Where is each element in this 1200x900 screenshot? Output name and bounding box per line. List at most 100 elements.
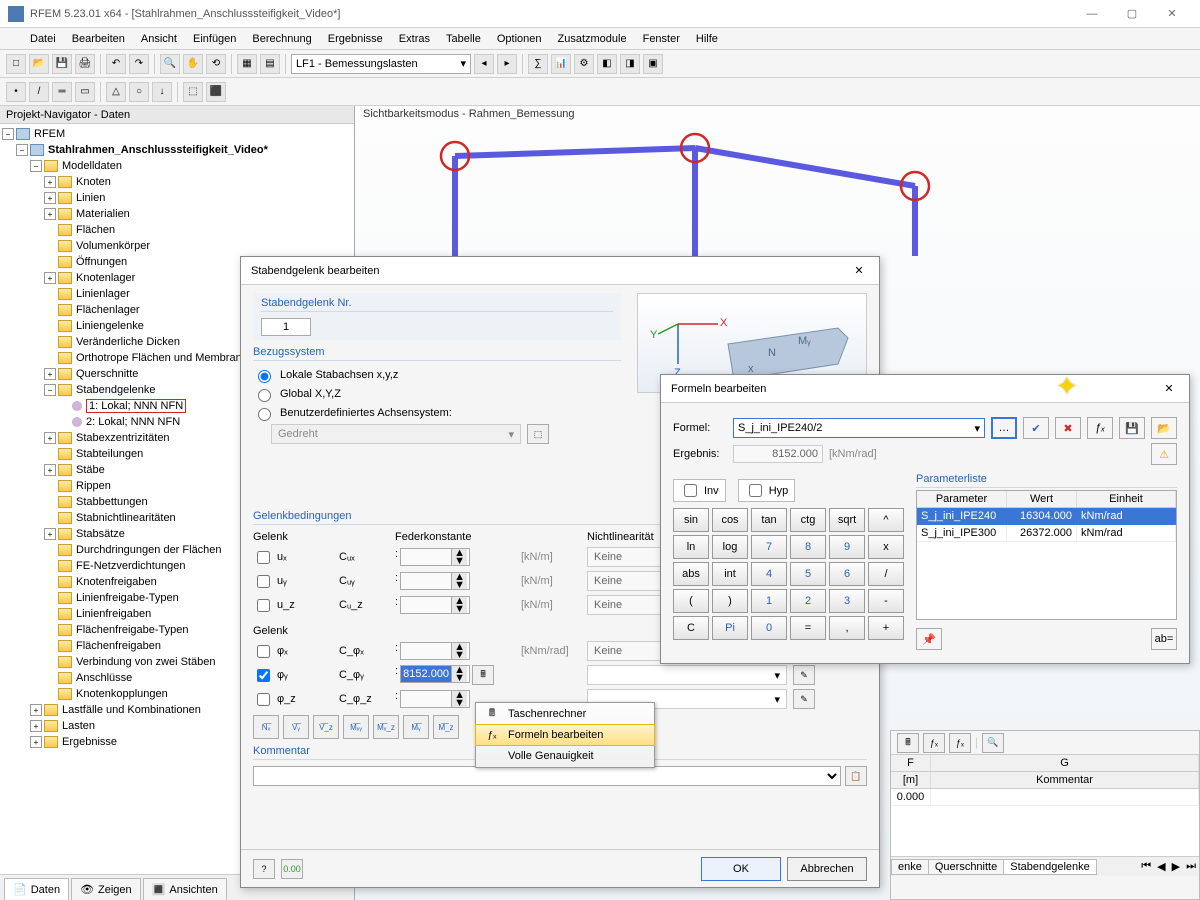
tb-save-icon[interactable]: 💾 bbox=[52, 54, 72, 74]
key-log[interactable]: log bbox=[712, 535, 748, 559]
cancel-button[interactable]: Abbrechen bbox=[787, 857, 867, 881]
param-edit-button[interactable]: ab= bbox=[1151, 628, 1177, 650]
tb-misc3-icon[interactable]: ◨ bbox=[620, 54, 640, 74]
key-sqrt[interactable]: sqrt bbox=[829, 508, 865, 532]
sheet-row-1[interactable]: 0.000 bbox=[891, 789, 1199, 806]
key-eq[interactable]: = bbox=[790, 616, 826, 640]
formula-apply-button[interactable]: ✔ bbox=[1023, 417, 1049, 439]
qbtn-mxz[interactable]: M͞ₓ_z bbox=[373, 715, 399, 739]
key-mul[interactable]: x bbox=[868, 535, 904, 559]
key-ctg[interactable]: ctg bbox=[790, 508, 826, 532]
qbtn-mxy[interactable]: M͞ₓᵧ bbox=[343, 715, 369, 739]
formula-fx-button[interactable]: ƒₓ bbox=[1087, 417, 1113, 439]
chk-uy[interactable]: uᵧ bbox=[253, 572, 333, 591]
key-8[interactable]: 8 bbox=[790, 535, 826, 559]
menu-extras[interactable]: Extras bbox=[393, 31, 436, 47]
nl-phiz-edit[interactable]: ✎ bbox=[793, 689, 815, 709]
qbtn-my[interactable]: M͞ᵧ bbox=[403, 715, 429, 739]
tb-new-icon[interactable]: □ bbox=[6, 54, 26, 74]
key-plus[interactable]: + bbox=[868, 616, 904, 640]
tb-misc4-icon[interactable]: ▣ bbox=[643, 54, 663, 74]
key-5[interactable]: 5 bbox=[790, 562, 826, 586]
tb-view-icon[interactable]: ▤ bbox=[260, 54, 280, 74]
chk-hyp[interactable]: Hyp bbox=[738, 479, 796, 502]
menu-berechnung[interactable]: Berechnung bbox=[246, 31, 317, 47]
menu-datei[interactable]: Datei bbox=[24, 31, 62, 47]
formula-browse-button[interactable]: … bbox=[991, 417, 1017, 439]
sheet-tab-1[interactable]: Querschnitte bbox=[928, 859, 1004, 875]
sheet-fx2-icon[interactable]: ƒₓ bbox=[949, 733, 971, 753]
key-0[interactable]: 0 bbox=[751, 616, 787, 640]
key-2[interactable]: 2 bbox=[790, 589, 826, 613]
comment-pick-button[interactable]: 📋 bbox=[845, 766, 867, 786]
param-row-0[interactable]: S_j_ini_IPE240 16304.000 kNm/rad bbox=[917, 508, 1176, 525]
key-cos[interactable]: cos bbox=[712, 508, 748, 532]
nav-tab-daten[interactable]: 📄Daten bbox=[4, 878, 69, 900]
menu-einfuegen[interactable]: Einfügen bbox=[187, 31, 242, 47]
radio-global-axes[interactable] bbox=[258, 389, 271, 402]
key-div[interactable]: / bbox=[868, 562, 904, 586]
key-tan[interactable]: tan bbox=[751, 508, 787, 532]
tb-misc1-icon[interactable]: ⚙ bbox=[574, 54, 594, 74]
param-table[interactable]: Parameter Wert Einheit S_j_ini_IPE240 16… bbox=[916, 490, 1177, 620]
dialog-close-icon[interactable]: ✕ bbox=[849, 264, 869, 277]
tb-rotate-icon[interactable]: ⟲ bbox=[206, 54, 226, 74]
tb-next-icon[interactable]: ▸ bbox=[497, 54, 517, 74]
formula-input[interactable]: S_j_ini_IPE240/2▾ bbox=[733, 418, 985, 438]
menu-ergebnisse[interactable]: Ergebnisse bbox=[322, 31, 389, 47]
key-lparen[interactable]: ( bbox=[673, 589, 709, 613]
tb2-support-icon[interactable]: △ bbox=[106, 82, 126, 102]
units-button[interactable]: 0.00 bbox=[281, 859, 303, 879]
sheet-fx-icon[interactable]: ƒₓ bbox=[923, 733, 945, 753]
key-rparen[interactable]: ) bbox=[712, 589, 748, 613]
sheet-nav-prev-icon[interactable]: ◀ bbox=[1154, 860, 1168, 873]
qbtn-vz[interactable]: V͞_z bbox=[313, 715, 339, 739]
tb2-member-icon[interactable]: ═ bbox=[52, 82, 72, 102]
chk-phiy[interactable]: φᵧ bbox=[253, 666, 333, 685]
nav-tab-ansichten[interactable]: 🔳Ansichten bbox=[143, 878, 227, 900]
nl-phiy-edit[interactable]: ✎ bbox=[793, 665, 815, 685]
key-minus[interactable]: - bbox=[868, 589, 904, 613]
radio-user-axes[interactable] bbox=[258, 408, 271, 421]
menu-ansicht[interactable]: Ansicht bbox=[135, 31, 183, 47]
sheet-tab-0[interactable]: enke bbox=[891, 859, 929, 875]
nl-phiy-combo[interactable]: ▾ bbox=[587, 665, 787, 685]
tb-print-icon[interactable]: 🖨 bbox=[75, 54, 95, 74]
sheet-nav-first-icon[interactable]: ⏮ bbox=[1138, 860, 1154, 873]
ok-button[interactable]: OK bbox=[701, 857, 781, 881]
key-pi[interactable]: Pi bbox=[712, 616, 748, 640]
chk-uz[interactable]: u_z bbox=[253, 596, 333, 615]
formula-delete-button[interactable]: ✖ bbox=[1055, 417, 1081, 439]
key-9[interactable]: 9 bbox=[829, 535, 865, 559]
tb-undo-icon[interactable]: ↶ bbox=[106, 54, 126, 74]
tb2-hinge-icon[interactable]: ○ bbox=[129, 82, 149, 102]
menu-tabelle[interactable]: Tabelle bbox=[440, 31, 487, 47]
close-button[interactable]: ✕ bbox=[1152, 2, 1192, 26]
maximize-button[interactable]: ▢ bbox=[1112, 2, 1152, 26]
tb-misc2-icon[interactable]: ◧ bbox=[597, 54, 617, 74]
key-6[interactable]: 6 bbox=[829, 562, 865, 586]
menu-hilfe[interactable]: Hilfe bbox=[690, 31, 724, 47]
formula-open-button[interactable]: 📂 bbox=[1151, 417, 1177, 439]
loadcase-combo[interactable]: LF1 - Bemessungslasten ▾ bbox=[291, 54, 471, 74]
key-abs[interactable]: abs bbox=[673, 562, 709, 586]
menu-optionen[interactable]: Optionen bbox=[491, 31, 548, 47]
menu-fenster[interactable]: Fenster bbox=[637, 31, 686, 47]
formula-save-button[interactable]: 💾 bbox=[1119, 417, 1145, 439]
formula-dialog-close-icon[interactable]: ✕ bbox=[1159, 382, 1179, 395]
radio-local-axes[interactable] bbox=[258, 370, 271, 383]
col-G[interactable]: G bbox=[931, 755, 1199, 771]
ctx-calculator[interactable]: 🖩Taschenrechner bbox=[476, 703, 654, 725]
tb2-load-icon[interactable]: ↓ bbox=[152, 82, 172, 102]
chk-phiz[interactable]: φ_z bbox=[253, 690, 333, 709]
hinge-number-input[interactable] bbox=[261, 318, 311, 336]
minimize-button[interactable]: — bbox=[1072, 2, 1112, 26]
sheet-calc-icon[interactable]: 🖩 bbox=[897, 733, 919, 753]
spring-phiy-input[interactable] bbox=[401, 666, 451, 682]
key-4[interactable]: 4 bbox=[751, 562, 787, 586]
tb-zoom-icon[interactable]: 🔍 bbox=[160, 54, 180, 74]
tb2-node-icon[interactable]: • bbox=[6, 82, 26, 102]
sheet-nav-last-icon[interactable]: ⏭ bbox=[1183, 860, 1199, 873]
ctx-edit-formula[interactable]: ƒₓFormeln bearbeiten bbox=[475, 724, 655, 746]
qbtn-vy[interactable]: V͞ᵧ bbox=[283, 715, 309, 739]
